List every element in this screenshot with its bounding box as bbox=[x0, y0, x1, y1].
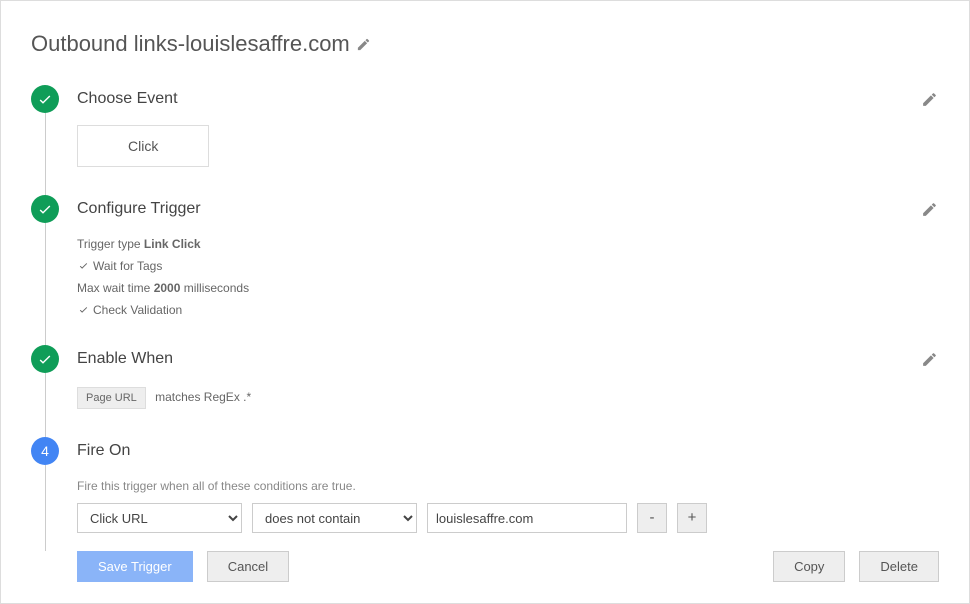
step-title: Choose Event bbox=[77, 90, 178, 108]
condition-variable-select[interactable]: Click URL bbox=[77, 503, 242, 533]
wait-for-tags-row: Wait for Tags bbox=[77, 259, 939, 273]
step-fire-on: 4 Fire On Fire this trigger when all of … bbox=[31, 437, 939, 533]
check-icon bbox=[77, 304, 89, 316]
remove-condition-button[interactable]: - bbox=[637, 503, 667, 533]
step-configure-trigger: Configure Trigger Trigger type Link Clic… bbox=[31, 195, 939, 317]
enable-condition: matches RegEx .* bbox=[155, 390, 251, 404]
edit-step-button[interactable] bbox=[919, 89, 939, 109]
step-choose-event: Choose Event Click bbox=[31, 85, 939, 167]
condition-value-input[interactable] bbox=[427, 503, 627, 533]
condition-row: Click URL does not contain - + bbox=[77, 503, 939, 533]
step-badge-number: 4 bbox=[31, 437, 59, 465]
trigger-editor: Outbound links-louislesaffre.com Choose … bbox=[0, 0, 970, 604]
edit-step-button[interactable] bbox=[919, 349, 939, 369]
condition-operator-select[interactable]: does not contain bbox=[252, 503, 417, 533]
cancel-button[interactable]: Cancel bbox=[207, 551, 289, 582]
step-badge-done bbox=[31, 195, 59, 223]
step-badge-done bbox=[31, 345, 59, 373]
save-button[interactable]: Save Trigger bbox=[77, 551, 193, 582]
step-title: Enable When bbox=[77, 350, 173, 368]
trigger-type-row: Trigger type Link Click bbox=[77, 237, 939, 251]
enable-variable: Page URL bbox=[77, 387, 146, 409]
step-enable-when: Enable When Page URL matches RegEx .* bbox=[31, 345, 939, 409]
trigger-name: Outbound links-louislesaffre.com bbox=[31, 31, 350, 57]
check-validation-row: Check Validation bbox=[77, 303, 939, 317]
steps: Choose Event Click Configure Trigger bbox=[31, 85, 939, 533]
max-wait-row: Max wait time 2000 milliseconds bbox=[77, 281, 939, 295]
rename-icon[interactable] bbox=[356, 36, 372, 52]
step-title: Configure Trigger bbox=[77, 200, 201, 218]
add-condition-button[interactable]: + bbox=[677, 503, 707, 533]
step-title: Fire On bbox=[77, 442, 130, 460]
title-row: Outbound links-louislesaffre.com bbox=[31, 31, 939, 57]
step-badge-done bbox=[31, 85, 59, 113]
check-icon bbox=[77, 260, 89, 272]
edit-step-button[interactable] bbox=[919, 199, 939, 219]
event-value: Click bbox=[77, 125, 209, 167]
fire-on-helper: Fire this trigger when all of these cond… bbox=[77, 479, 939, 493]
footer: Save Trigger Cancel Copy Delete bbox=[77, 551, 939, 582]
delete-button[interactable]: Delete bbox=[859, 551, 939, 582]
copy-button[interactable]: Copy bbox=[773, 551, 845, 582]
